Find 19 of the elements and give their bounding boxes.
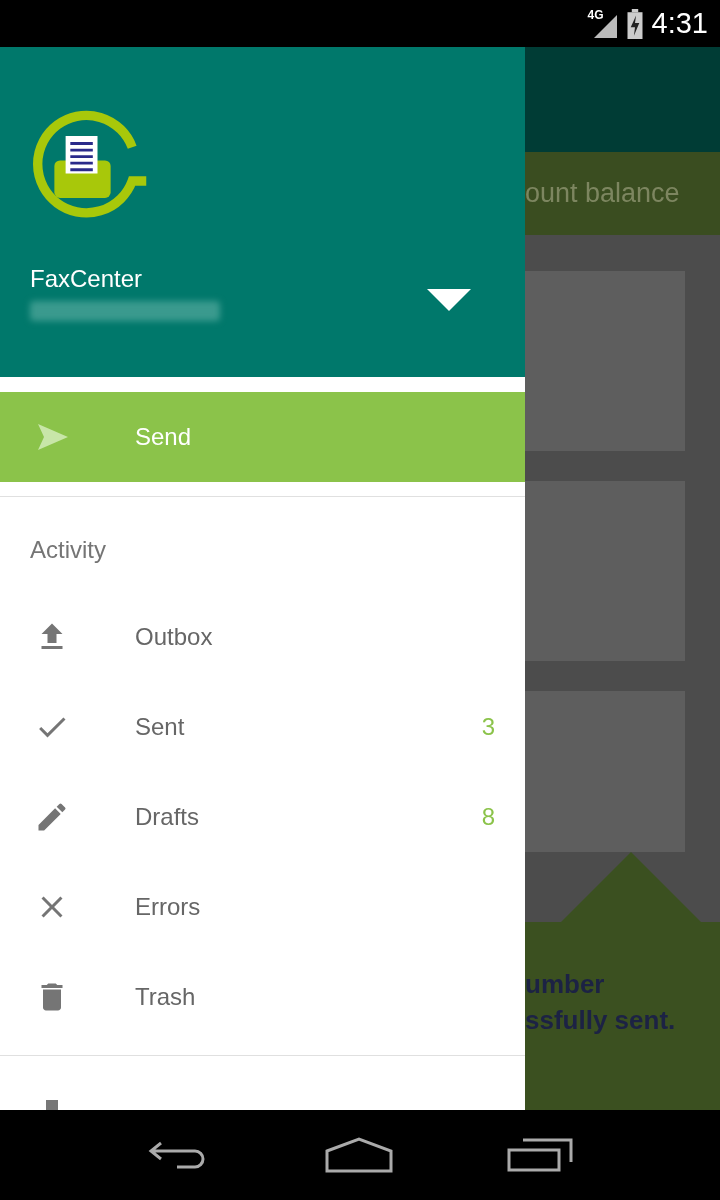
account-dropdown[interactable]	[427, 289, 471, 311]
section-header: Activity	[30, 534, 106, 565]
drawer-item[interactable]: Trash	[0, 952, 525, 1042]
drawer-item[interactable]: Sent 3	[0, 682, 525, 772]
dropdown-icon	[427, 289, 471, 311]
drawer-item[interactable]: Errors	[0, 862, 525, 952]
drawer-item[interactable]: Drafts 8	[0, 772, 525, 862]
clock: 4:31	[651, 5, 708, 41]
item-count: 3	[481, 712, 495, 742]
send-icon	[38, 424, 68, 450]
app-name: FaxCenter	[30, 265, 144, 293]
recent-apps-icon[interactable]	[507, 1138, 573, 1172]
item-count: 8	[481, 802, 495, 832]
drawer-item[interactable]: Outbox	[0, 592, 525, 682]
partial-icon	[46, 1100, 58, 1110]
home-icon[interactable]	[325, 1137, 393, 1173]
network-label: 4G	[587, 8, 604, 22]
balance-label: ount balance	[525, 177, 680, 211]
battery-icon	[625, 8, 644, 39]
